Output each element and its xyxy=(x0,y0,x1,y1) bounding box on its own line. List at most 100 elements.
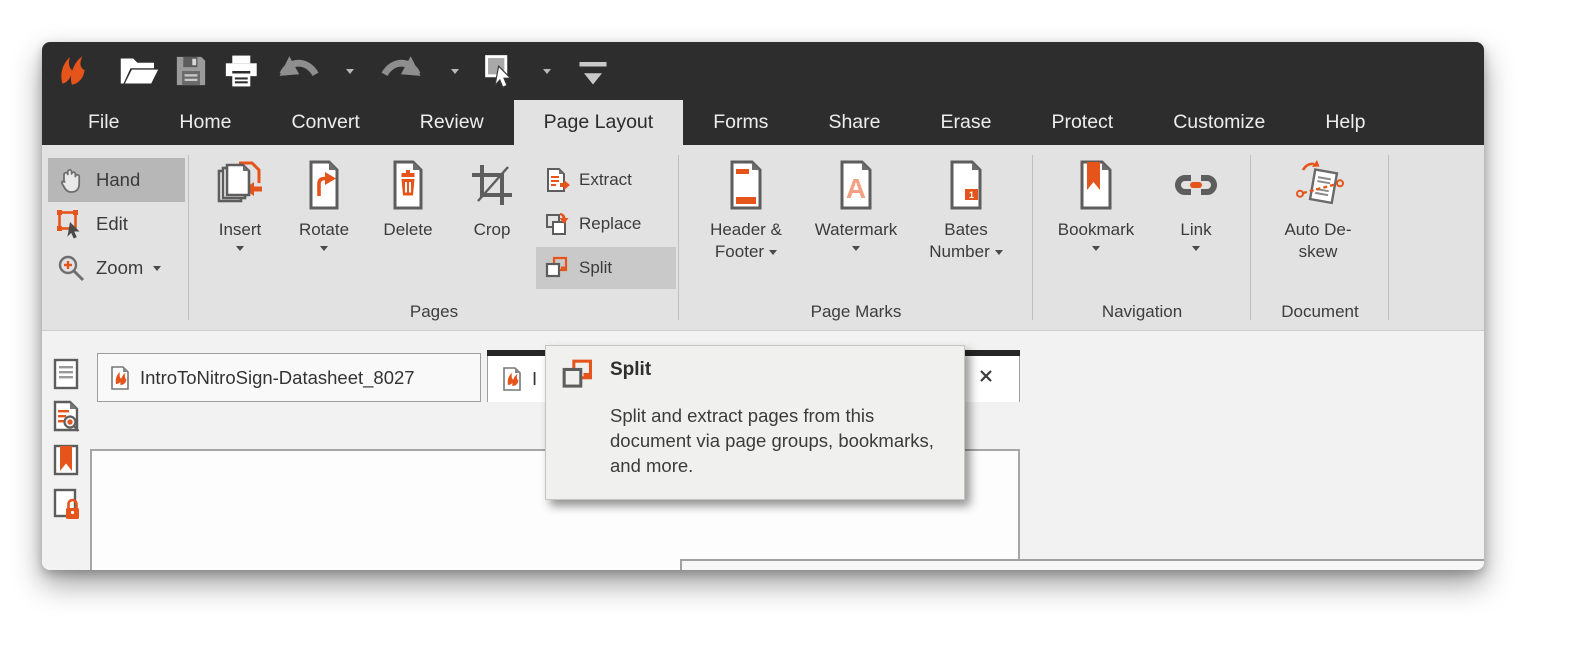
save-button[interactable] xyxy=(173,53,209,89)
page-search-icon xyxy=(50,399,82,435)
document-tab[interactable]: IntroToNitroSign-Datasheet_8027 xyxy=(97,353,481,402)
page-pane xyxy=(680,559,1484,570)
watermark-button[interactable]: A Watermark xyxy=(808,159,904,251)
split-tooltip: Split Split and extract pages from this … xyxy=(545,345,965,500)
customize-quick-access-button[interactable] xyxy=(575,53,611,89)
document-tab-title: IntroToNitroSign-Datasheet_8027 xyxy=(140,367,415,389)
rotate-page-icon xyxy=(298,159,350,211)
bookmark-icon xyxy=(1070,159,1122,211)
group-label-document: Document xyxy=(1254,302,1386,322)
tab-share[interactable]: Share xyxy=(798,100,910,145)
tab-page-layout[interactable]: Page Layout xyxy=(514,100,684,145)
split-pages-icon xyxy=(544,255,570,281)
pages-stack-buttons: Extract Replace Split xyxy=(536,159,676,291)
search-panel-button[interactable] xyxy=(50,399,82,435)
menu-tab-bar: File Home Convert Review Page Layout For… xyxy=(42,100,1484,145)
chevron-down-icon xyxy=(769,250,777,255)
button-label: Insert xyxy=(219,219,262,241)
tab-help[interactable]: Help xyxy=(1295,100,1395,145)
split-pages-icon xyxy=(560,357,596,393)
open-button[interactable] xyxy=(118,53,160,89)
button-label: Delete xyxy=(383,219,432,241)
chevron-down-icon xyxy=(1092,246,1100,251)
extract-pages-icon xyxy=(544,167,570,193)
replace-button[interactable]: Replace xyxy=(536,203,676,245)
nitro-logo-icon xyxy=(54,52,92,90)
quick-access-toolbar xyxy=(118,53,611,89)
link-icon xyxy=(1170,159,1222,211)
tab-file[interactable]: File xyxy=(58,100,149,145)
button-label: Watermark xyxy=(815,219,898,241)
replace-pages-icon xyxy=(544,211,570,237)
insert-pages-icon xyxy=(214,159,266,211)
button-label: Rotate xyxy=(299,219,349,241)
bookmarks-panel-button[interactable] xyxy=(50,443,82,479)
tab-forms[interactable]: Forms xyxy=(683,100,798,145)
zoom-tool-button[interactable]: Zoom xyxy=(48,246,185,290)
group-label-page-marks: Page Marks xyxy=(682,302,1030,322)
bookmarks-panel-icon xyxy=(50,443,82,479)
page-thumbnails-icon xyxy=(50,357,82,393)
group-separator xyxy=(678,155,679,320)
button-label: Replace xyxy=(579,214,641,234)
watermark-icon: A xyxy=(830,159,882,211)
chevron-down-icon xyxy=(451,69,459,74)
page-security-icon xyxy=(50,487,82,523)
rotate-button[interactable]: Rotate xyxy=(284,159,364,251)
group-label-pages: Pages xyxy=(192,302,676,322)
extract-button[interactable]: Extract xyxy=(536,159,676,201)
chevron-down-icon xyxy=(995,250,1003,255)
tab-protect[interactable]: Protect xyxy=(1021,100,1143,145)
tab-home[interactable]: Home xyxy=(149,100,261,145)
undo-button[interactable] xyxy=(273,53,322,89)
title-bar xyxy=(42,42,1484,100)
group-separator xyxy=(1032,155,1033,320)
chevron-down-icon xyxy=(320,246,328,251)
header-footer-icon xyxy=(720,159,772,211)
delete-page-icon xyxy=(382,159,434,211)
select-tool-dropdown-button[interactable] xyxy=(532,53,562,89)
insert-button[interactable]: Insert xyxy=(200,159,280,251)
print-button[interactable] xyxy=(222,53,261,89)
bates-number-button[interactable]: 1 Bates Number xyxy=(914,159,1018,263)
app-window: File Home Convert Review Page Layout For… xyxy=(42,42,1484,570)
bates-digit: 1 xyxy=(969,190,974,200)
tool-label: Hand xyxy=(96,169,140,191)
tool-label: Zoom xyxy=(96,257,143,279)
delete-button[interactable]: Delete xyxy=(368,159,448,241)
document-tab-title-fragment: I xyxy=(532,368,545,390)
tab-erase[interactable]: Erase xyxy=(910,100,1021,145)
header-footer-button[interactable]: Header & Footer xyxy=(688,159,804,263)
tab-customize[interactable]: Customize xyxy=(1143,100,1295,145)
button-label: Link xyxy=(1180,219,1211,241)
tab-convert[interactable]: Convert xyxy=(261,100,389,145)
chevron-down-icon xyxy=(543,69,551,74)
button-label: Extract xyxy=(579,170,632,190)
group-label-navigation: Navigation xyxy=(1036,302,1248,322)
chevron-down-icon xyxy=(346,69,354,74)
zoom-icon xyxy=(56,253,86,283)
bates-number-icon: 1 xyxy=(940,159,992,211)
bookmark-button[interactable]: Bookmark xyxy=(1040,159,1152,251)
crop-icon xyxy=(466,159,518,211)
group-separator xyxy=(1388,155,1389,320)
split-button[interactable]: Split xyxy=(536,247,676,289)
tab-review[interactable]: Review xyxy=(390,100,514,145)
redo-button[interactable] xyxy=(378,53,427,89)
hand-tool-button[interactable]: Hand xyxy=(48,158,185,202)
crop-button[interactable]: Crop xyxy=(452,159,532,241)
link-button[interactable]: Auto De-skew Link xyxy=(1158,159,1234,251)
security-panel-button[interactable] xyxy=(50,487,82,523)
auto-deskew-button[interactable]: Auto De-skew xyxy=(1270,159,1366,263)
pages-panel-button[interactable] xyxy=(50,357,82,393)
undo-dropdown-button[interactable] xyxy=(335,53,365,89)
edit-tool-button[interactable]: Edit xyxy=(48,202,185,246)
button-label: Split xyxy=(579,258,612,278)
tooltip-description: Split and extract pages from this docume… xyxy=(610,403,952,478)
chevron-down-icon xyxy=(153,266,161,271)
redo-dropdown-button[interactable] xyxy=(440,53,470,89)
select-tool-button[interactable] xyxy=(483,53,519,89)
tab-close-button[interactable] xyxy=(977,367,995,385)
tool-label: Edit xyxy=(96,213,128,235)
hand-icon xyxy=(56,165,86,195)
